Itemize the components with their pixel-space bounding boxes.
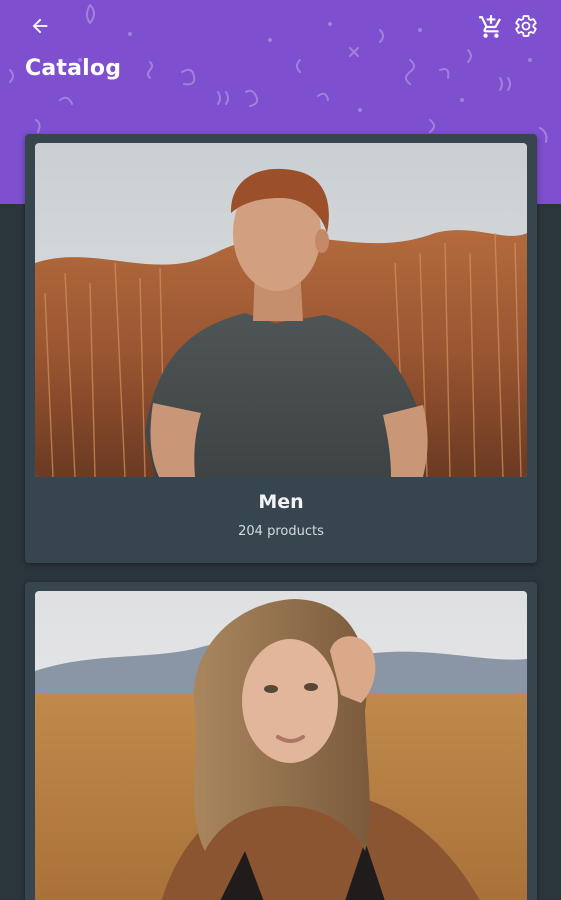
category-card-men[interactable]: Men 204 products [25,134,537,563]
category-product-count: 204 products [238,524,324,539]
settings-button[interactable] [512,11,540,41]
gear-icon [515,15,537,37]
category-name: Men [258,491,304,513]
page-title: Catalog [25,56,122,81]
woman-in-field-photo [35,591,527,900]
man-in-wheat-field-photo [35,143,527,477]
men-category-image [35,143,527,477]
women-category-image [35,591,527,900]
cart-add-icon [479,15,501,38]
cart-button[interactable] [476,12,506,42]
back-button[interactable] [24,12,56,40]
arrow-left-icon [32,18,48,34]
category-card-women[interactable] [25,582,537,900]
catalog-screen: Catalog Men 204 products [0,0,561,900]
